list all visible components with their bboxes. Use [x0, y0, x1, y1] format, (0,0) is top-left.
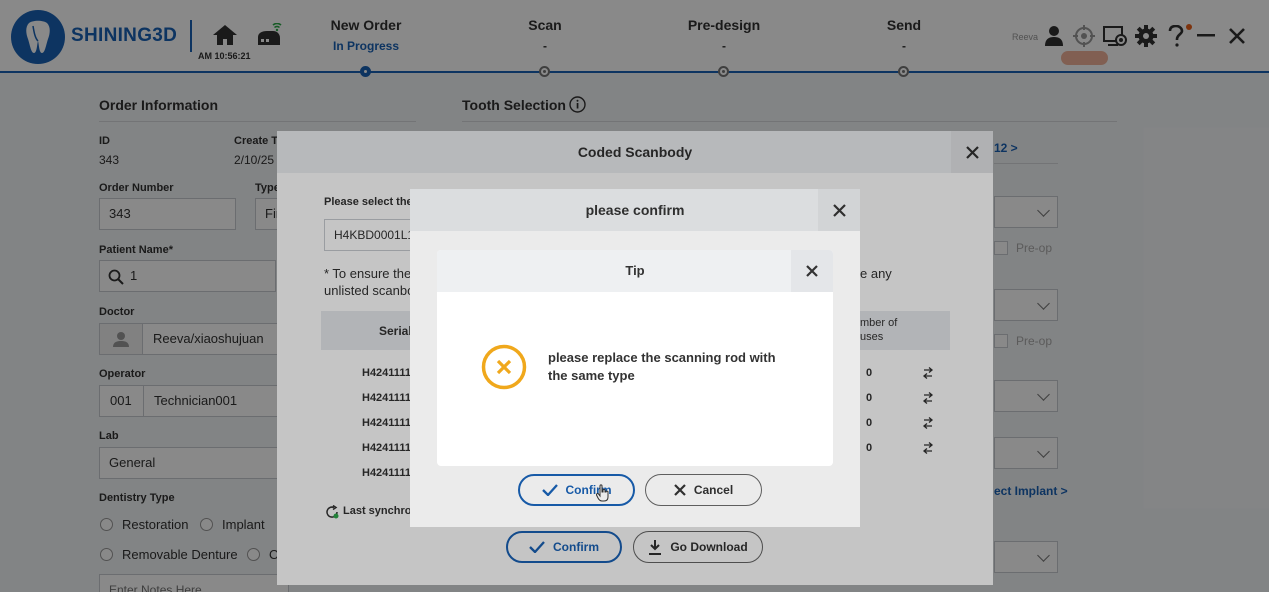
warning-x-circle-icon [481, 344, 527, 390]
tip-message-line1: please replace the scanning rod with [548, 350, 776, 365]
tip-message-line2: the same type [548, 368, 635, 383]
tip-title: Tip [437, 250, 833, 292]
close-icon [806, 265, 818, 277]
tip-close-button[interactable] [791, 250, 833, 292]
tip-dialog: Tip please replace the scanning rod with… [437, 250, 833, 466]
tip-message: please replace the scanning rod with the… [548, 349, 776, 385]
